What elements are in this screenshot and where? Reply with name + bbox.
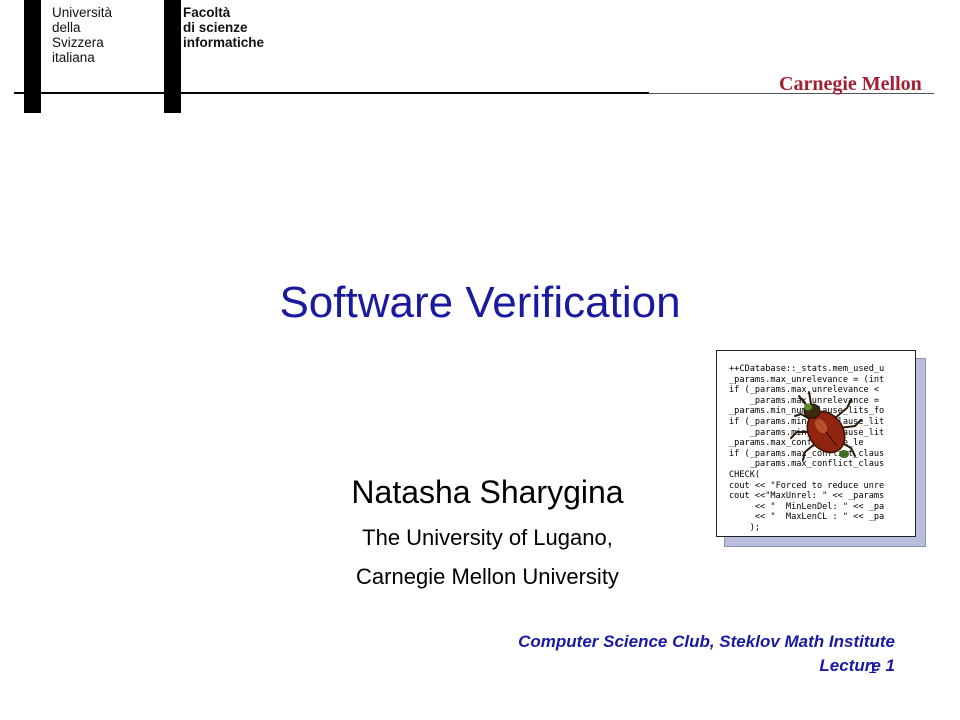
usi-logo-line: della [52,20,81,35]
affiliation-line-2: Carnegie Mellon University [356,564,619,589]
code-line: ++CDatabase::_stats.mem_used_u [729,364,885,374]
code-line: << " MaxLenCL : " << _pa [729,512,885,523]
code-line: cout <<"MaxUnrel: " << _params [729,491,885,502]
event-name: Computer Science Club, Steklov Math Inst… [518,632,895,651]
affiliation-line-1: The University of Lugano, [362,525,613,550]
usi-logo-bar-left [24,0,41,113]
usi-logo-text: Università della Svizzera italiana [52,5,112,65]
bug-icon [790,391,862,461]
cmu-logo: Carnegie Mellon [779,73,922,95]
faculty-logo-text: Facoltà di scienze informatiche [183,5,264,50]
usi-logo-line: Svizzera [52,35,104,50]
usi-logo-line: italiana [52,50,95,65]
code-line: ); [729,522,761,533]
faculty-logo-line: Facoltà [183,5,231,20]
slide-title: Software Verification [279,278,681,327]
code-line: << " MinLenDel: " << _pa [729,501,885,512]
faculty-logo-line: informatiche [183,35,265,50]
page-number: 1 [868,660,877,677]
usi-logo-bar-right [164,0,181,113]
lecture-label: Lecture 1 [819,656,895,675]
author-name: Natasha Sharygina [351,474,624,510]
code-line: cout << "Forced to reduce unre [729,480,885,491]
usi-logo-line: Università [52,5,113,20]
header-divider [14,92,649,94]
code-line: CHECK( [729,469,761,480]
code-line: _params.max_unrelevance = (int [729,374,885,385]
faculty-logo-line: di scienze [183,20,248,35]
